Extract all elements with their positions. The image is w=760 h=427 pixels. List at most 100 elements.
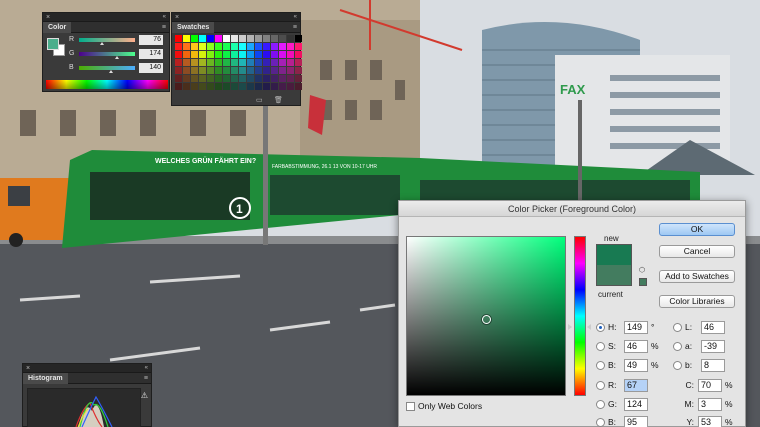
swatch[interactable]: [279, 83, 286, 90]
swatch[interactable]: [295, 43, 302, 50]
swatch[interactable]: [247, 67, 254, 74]
cancel-button[interactable]: Cancel: [659, 245, 735, 258]
saturation-field[interactable]: 46: [624, 340, 648, 353]
swatch[interactable]: [263, 67, 270, 74]
swatch[interactable]: [199, 35, 206, 42]
lab-a-field[interactable]: -39: [701, 340, 725, 353]
swatch[interactable]: [207, 43, 214, 50]
trash-icon[interactable]: 🗑: [274, 96, 283, 104]
panel-menu-icon[interactable]: ≡: [293, 22, 297, 33]
current-color-swatch[interactable]: [596, 265, 632, 286]
swatch[interactable]: [215, 35, 222, 42]
swatch[interactable]: [239, 35, 246, 42]
green-value-field[interactable]: 174: [139, 49, 163, 59]
lab-l-radio[interactable]: [673, 323, 682, 332]
swatch[interactable]: [199, 51, 206, 58]
swatch[interactable]: [263, 51, 270, 58]
swatch[interactable]: [199, 43, 206, 50]
hue-slider-handle-right[interactable]: [587, 324, 591, 330]
swatch[interactable]: [247, 51, 254, 58]
swatch[interactable]: [255, 43, 262, 50]
swatch[interactable]: [183, 83, 190, 90]
green-slider[interactable]: [79, 52, 135, 56]
swatch[interactable]: [207, 35, 214, 42]
brightness-field[interactable]: 49: [624, 359, 648, 372]
swatch[interactable]: [287, 75, 294, 82]
swatch[interactable]: [207, 67, 214, 74]
tab-swatches[interactable]: Swatches: [172, 22, 215, 33]
warning-icon[interactable]: ⚠: [141, 391, 148, 400]
collapse-icon[interactable]: «: [294, 13, 297, 22]
swatch[interactable]: [271, 43, 278, 50]
swatch[interactable]: [239, 51, 246, 58]
swatch[interactable]: [263, 59, 270, 66]
hue-slider-handle-left[interactable]: [568, 324, 572, 330]
saturation-radio[interactable]: [596, 342, 605, 351]
swatch[interactable]: [215, 51, 222, 58]
swatch[interactable]: [295, 51, 302, 58]
swatch[interactable]: [279, 67, 286, 74]
swatch[interactable]: [175, 35, 182, 42]
swatch[interactable]: [191, 67, 198, 74]
swatch[interactable]: [287, 83, 294, 90]
add-to-swatches-button[interactable]: Add to Swatches: [659, 270, 735, 283]
color-spectrum-bar[interactable]: [46, 80, 168, 89]
swatch[interactable]: [223, 59, 230, 66]
blue-radio[interactable]: [596, 418, 605, 427]
swatch[interactable]: [263, 35, 270, 42]
swatch[interactable]: [239, 75, 246, 82]
swatch[interactable]: [271, 59, 278, 66]
blue-value-field[interactable]: 140: [139, 63, 163, 73]
swatch[interactable]: [199, 59, 206, 66]
swatch[interactable]: [239, 83, 246, 90]
swatch[interactable]: [279, 59, 286, 66]
swatch[interactable]: [231, 59, 238, 66]
red-slider-handle[interactable]: [100, 42, 104, 45]
blue-slider-handle[interactable]: [109, 70, 113, 73]
web-safe-cube-icon[interactable]: ⬡: [638, 267, 646, 275]
swatch[interactable]: [207, 75, 214, 82]
swatch[interactable]: [263, 43, 270, 50]
red-slider[interactable]: [79, 38, 135, 42]
swatch[interactable]: [183, 59, 190, 66]
green-radio[interactable]: [596, 400, 605, 409]
swatch[interactable]: [175, 67, 182, 74]
swatch[interactable]: [287, 51, 294, 58]
swatch[interactable]: [183, 67, 190, 74]
swatch[interactable]: [175, 83, 182, 90]
swatch[interactable]: [223, 51, 230, 58]
swatch[interactable]: [191, 83, 198, 90]
color-field-cursor[interactable]: [482, 315, 491, 324]
swatch[interactable]: [255, 67, 262, 74]
yellow-field[interactable]: 53: [698, 416, 722, 427]
new-swatch-icon[interactable]: ▭: [256, 96, 263, 104]
swatch[interactable]: [271, 75, 278, 82]
swatch[interactable]: [183, 75, 190, 82]
swatch[interactable]: [175, 59, 182, 66]
swatch[interactable]: [295, 83, 302, 90]
swatch[interactable]: [175, 51, 182, 58]
panel-menu-icon[interactable]: ≡: [162, 22, 166, 33]
collapse-icon[interactable]: «: [145, 364, 148, 373]
swatch[interactable]: [191, 51, 198, 58]
hue-slider[interactable]: [574, 236, 586, 396]
lab-b-radio[interactable]: [673, 361, 682, 370]
tab-color[interactable]: Color: [43, 22, 72, 33]
red-radio[interactable]: [596, 381, 605, 390]
swatch[interactable]: [239, 43, 246, 50]
swatch[interactable]: [231, 35, 238, 42]
swatch[interactable]: [199, 83, 206, 90]
swatch[interactable]: [215, 67, 222, 74]
hue-radio[interactable]: [596, 323, 605, 332]
brightness-radio[interactable]: [596, 361, 605, 370]
swatch[interactable]: [231, 51, 238, 58]
swatch[interactable]: [223, 83, 230, 90]
blue-slider[interactable]: [79, 66, 135, 70]
lab-a-radio[interactable]: [673, 342, 682, 351]
swatch[interactable]: [239, 67, 246, 74]
swatch[interactable]: [295, 59, 302, 66]
swatch[interactable]: [263, 83, 270, 90]
ok-button[interactable]: OK: [659, 223, 735, 236]
saturation-brightness-field[interactable]: [406, 236, 566, 396]
swatch[interactable]: [231, 43, 238, 50]
